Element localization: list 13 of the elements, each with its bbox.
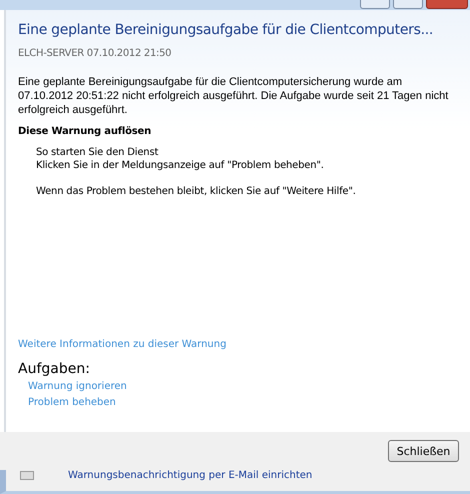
- instruction-text: Klicken Sie in der Meldungsanzeige auf "Problem beheben".: [36, 159, 324, 172]
- tasks-heading: Aufgaben:: [18, 361, 91, 377]
- info-link[interactable]: Weitere Informationen zu dieser Warnung: [18, 339, 226, 350]
- task-link[interactable]: Warnung ignorieren: [28, 381, 127, 392]
- instruction-text: So starten Sie den Dienst: [36, 146, 158, 159]
- instruction-text: Wenn das Problem bestehen bleibt, klicken Sie auf "Weitere Hilfe".: [36, 185, 356, 198]
- description-text: Eine geplante Bereinigungsaufgabe für die Clientcomputersicherung wurde am 07.10.2012 20:51:22 nicht erfolgreich ausgeführt. Die Aufgabe wurde seit 21 Tagen nicht erfolgreich ausgeführt.: [18, 75, 450, 117]
- close-button[interactable]: Schließen: [388, 440, 459, 462]
- task-link[interactable]: Problem beheben: [28, 397, 116, 408]
- close-icon[interactable]: [426, 0, 468, 9]
- section-heading: Diese Warnung auflösen: [18, 126, 152, 137]
- dialog-title: Eine geplante Bereinigungsaufgabe für die Clientcomputers...: [18, 22, 434, 38]
- source-text: ELCH-SERVER 07.10.2012 21:50: [18, 48, 172, 59]
